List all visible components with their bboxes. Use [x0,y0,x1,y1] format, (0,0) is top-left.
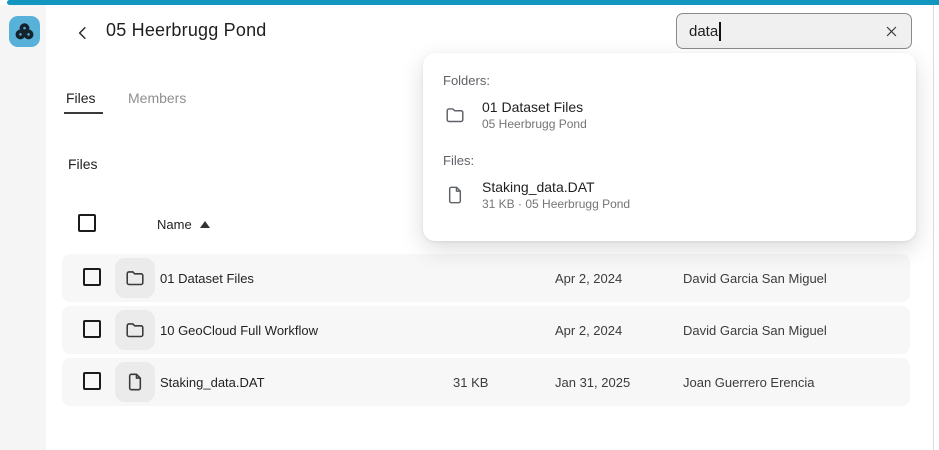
row-owner: Joan Guerrero Erencia [683,358,815,406]
chevron-left-icon [74,24,92,42]
folder-icon [115,258,155,298]
row-date: Jan 31, 2025 [555,358,630,406]
clear-search-button[interactable] [882,22,900,40]
page-title: 05 Heerbrugg Pond [106,20,267,41]
row-checkbox[interactable] [83,372,101,390]
file-icon [444,184,466,206]
active-tab-underline [64,112,103,114]
table-row[interactable]: 10 GeoCloud Full Workflow Apr 2, 2024 Da… [62,306,910,354]
back-button[interactable] [72,22,94,44]
sort-ascending-icon [200,221,210,228]
text-caret [719,22,721,41]
sidebar [0,5,46,450]
folder-icon [444,104,466,126]
dropdown-section-folders-label: Folders: [443,73,490,88]
dropdown-section-files-label: Files: [443,153,474,168]
table-row[interactable]: 01 Dataset Files Apr 2, 2024 David Garci… [62,254,910,302]
cloud-trefoil-logo-icon [12,19,37,44]
search-result-folder[interactable]: 01 Dataset Files 05 Heerbrugg Pond [444,99,587,131]
search-result-file[interactable]: Staking_data.DAT 31 KB · 05 Heerbrugg Po… [444,179,630,211]
row-owner: David Garcia San Miguel [683,254,827,302]
file-icon [115,362,155,402]
folder-icon [115,310,155,350]
select-all-checkbox[interactable] [78,214,96,232]
top-accent-bar [7,0,939,5]
result-title: 01 Dataset Files [482,99,587,115]
search-input[interactable]: data [676,13,912,49]
table-row[interactable]: Staking_data.DAT 31 KB Jan 31, 2025 Joan… [62,358,910,406]
result-subtitle: 31 KB · 05 Heerbrugg Pond [482,197,630,211]
row-owner: David Garcia San Miguel [683,306,827,354]
tab-files[interactable]: Files [66,90,96,106]
tab-members[interactable]: Members [128,90,186,106]
row-checkbox[interactable] [83,320,101,338]
files-section-label: Files [68,156,98,172]
row-checkbox[interactable] [83,268,101,286]
row-date: Apr 2, 2024 [555,254,622,302]
row-name: 01 Dataset Files [160,254,254,302]
column-header-name[interactable]: Name [157,217,192,232]
row-date: Apr 2, 2024 [555,306,622,354]
app-window: 05 Heerbrugg Pond data Files Members Fil… [0,0,939,450]
window-right-border [933,5,934,450]
app-logo[interactable] [9,16,40,47]
row-size: 31 KB [453,358,488,406]
row-name: Staking_data.DAT [160,358,265,406]
close-icon [884,24,899,39]
result-subtitle: 05 Heerbrugg Pond [482,117,587,131]
search-value: data [689,23,718,40]
search-results-dropdown: Folders: 01 Dataset Files 05 Heerbrugg P… [423,53,916,241]
row-name: 10 GeoCloud Full Workflow [160,306,318,354]
result-title: Staking_data.DAT [482,179,630,195]
